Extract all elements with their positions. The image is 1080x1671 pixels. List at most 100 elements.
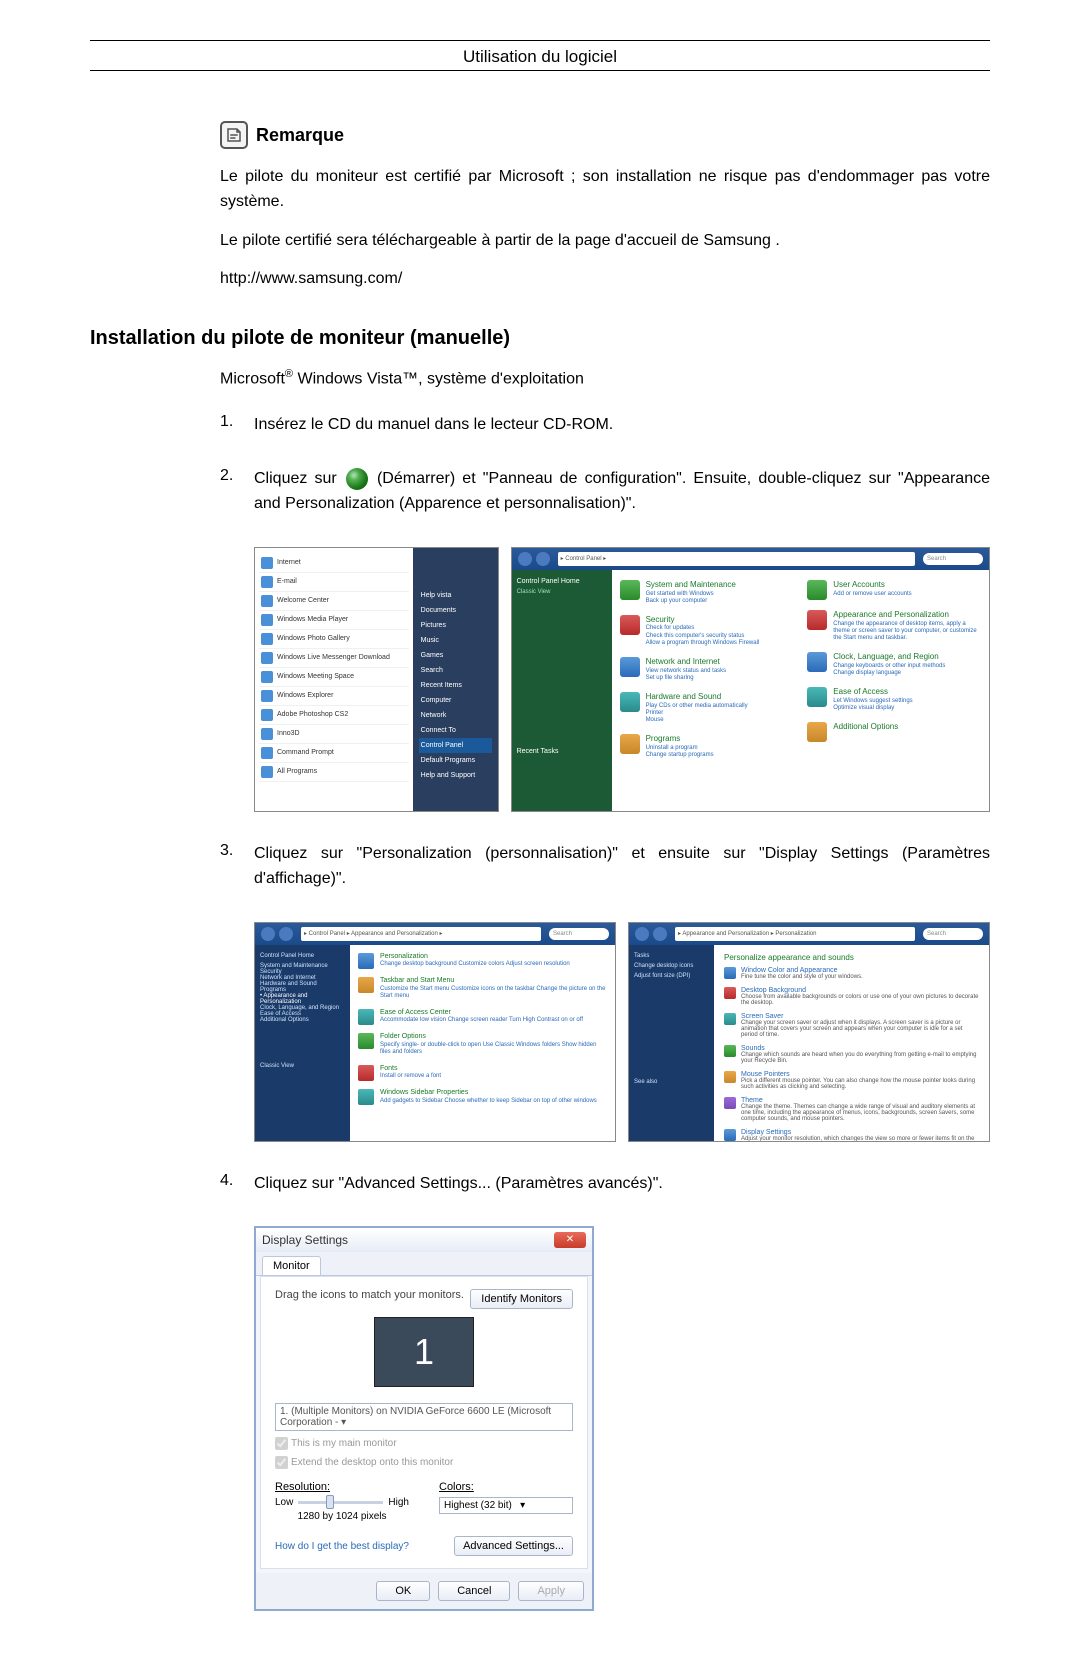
control-panel-category[interactable]: Network and InternetView network status … [620, 657, 794, 682]
close-icon[interactable]: ✕ [554, 1232, 586, 1248]
sidebar-header: Control Panel Home [517, 578, 607, 585]
display-settings-dialog: Display Settings ✕ Monitor Identify Moni… [254, 1226, 594, 1611]
start-menu-item[interactable]: Windows Media Player [259, 611, 409, 630]
forward-icon[interactable] [536, 552, 550, 566]
screenshot-personalization: ▸ Appearance and Personalization ▸ Perso… [628, 922, 990, 1142]
personalization-item[interactable]: Window Color and AppearanceFine tune the… [724, 967, 979, 980]
start-menu-right-item[interactable]: Search [419, 663, 492, 678]
ok-button[interactable]: OK [376, 1581, 430, 1601]
start-menu-right-item[interactable]: Documents [419, 603, 492, 618]
personalization-item[interactable]: Desktop BackgroundChoose from available … [724, 987, 979, 1006]
appearance-item[interactable]: PersonalizationChange desktop background… [358, 953, 607, 969]
start-menu-item[interactable]: Windows Photo Gallery [259, 630, 409, 649]
screenshot-control-panel: ▸ Control Panel ▸ Search Control Panel H… [511, 547, 990, 812]
control-panel-category[interactable]: Ease of AccessLet Windows suggest settin… [807, 687, 981, 712]
appearance-item[interactable]: Windows Sidebar PropertiesAdd gadgets to… [358, 1089, 607, 1105]
monitor-preview[interactable]: 1 [374, 1317, 474, 1387]
start-menu-item[interactable]: Windows Explorer [259, 687, 409, 706]
search-input[interactable]: Search [923, 553, 983, 565]
start-menu-right-item[interactable]: Connect To [419, 723, 492, 738]
search-input[interactable]: Search [923, 928, 983, 940]
cancel-button[interactable]: Cancel [438, 1581, 510, 1601]
page-header: Utilisation du logiciel [90, 47, 990, 67]
address-bar[interactable]: ▸ Control Panel ▸ Appearance and Persona… [301, 927, 541, 941]
personalization-side-link[interactable]: Tasks [634, 953, 709, 959]
start-menu-right-item[interactable]: Recent Items [419, 678, 492, 693]
personalization-item[interactable]: Screen SaverChange your screen saver or … [724, 1013, 979, 1038]
step-2: 2. Cliquez sur (Démarrer) et "Panneau de… [220, 467, 990, 517]
start-menu-item[interactable]: All Programs [259, 763, 409, 782]
start-menu-item[interactable]: E-mail [259, 573, 409, 592]
start-menu-item[interactable]: Windows Live Messenger Download [259, 649, 409, 668]
step-3: 3. Cliquez sur "Personalization (personn… [220, 842, 990, 892]
advanced-settings-button[interactable]: Advanced Settings... [454, 1536, 573, 1556]
screenshot-start-menu: InternetE-mailWelcome CenterWindows Medi… [254, 547, 499, 812]
tab-monitor[interactable]: Monitor [262, 1256, 321, 1275]
control-panel-category[interactable]: Appearance and PersonalizationChange the… [807, 610, 981, 642]
start-menu-right-item[interactable]: Default Programs [419, 753, 492, 768]
start-menu-item[interactable]: Adobe Photoshop CS2 [259, 706, 409, 725]
appearance-item[interactable]: Taskbar and Start MenuCustomize the Star… [358, 977, 607, 1001]
windows-start-icon [346, 468, 368, 490]
appearance-item[interactable]: Folder OptionsSpecify single- or double-… [358, 1033, 607, 1057]
personalization-item[interactable]: SoundsChange which sounds are heard when… [724, 1045, 979, 1064]
control-panel-category[interactable]: ProgramsUninstall a programChange startu… [620, 734, 794, 759]
colors-select[interactable]: Highest (32 bit) ▾ [439, 1497, 573, 1514]
control-panel-category[interactable]: SecurityCheck for updatesCheck this comp… [620, 615, 794, 647]
control-panel-category[interactable]: Clock, Language, and RegionChange keyboa… [807, 652, 981, 677]
step-1: 1. Insérez le CD du manuel dans le lecte… [220, 413, 990, 438]
see-also: See also [634, 1079, 709, 1085]
start-menu-right-item[interactable]: Games [419, 648, 492, 663]
appearance-item[interactable]: FontsInstall or remove a font [358, 1065, 607, 1081]
monitor-select[interactable]: 1. (Multiple Monitors) on NVIDIA GeForce… [275, 1403, 573, 1431]
resolution-label: Resolution: [275, 1481, 409, 1493]
address-bar[interactable]: ▸ Control Panel ▸ [558, 552, 915, 566]
main-monitor-checkbox [275, 1437, 288, 1450]
personalization-item[interactable]: Mouse PointersPick a different mouse poi… [724, 1071, 979, 1090]
personalization-side-link[interactable]: Adjust font size (DPI) [634, 973, 709, 979]
dialog-title: Display Settings [262, 1233, 348, 1247]
address-bar[interactable]: ▸ Appearance and Personalization ▸ Perso… [675, 927, 915, 941]
personalization-item[interactable]: ThemeChange the theme. Themes can change… [724, 1097, 979, 1122]
back-icon[interactable] [635, 927, 649, 941]
search-input[interactable]: Search [549, 928, 609, 940]
start-menu-item[interactable]: Welcome Center [259, 592, 409, 611]
start-menu-right-item[interactable]: Computer [419, 693, 492, 708]
control-panel-category[interactable]: User AccountsAdd or remove user accounts [807, 580, 981, 600]
resolution-value: 1280 by 1024 pixels [275, 1511, 409, 1522]
forward-icon[interactable] [653, 927, 667, 941]
start-menu-right-item[interactable]: Help vista [419, 588, 492, 603]
remark-text-1: Le pilote du moniteur est certifié par M… [220, 165, 990, 215]
note-icon [220, 121, 248, 149]
colors-label: Colors: [439, 1481, 573, 1493]
forward-icon[interactable] [279, 927, 293, 941]
remark-url: http://www.samsung.com/ [220, 267, 990, 292]
start-menu-right-item[interactable]: Network [419, 708, 492, 723]
start-menu-right-item[interactable]: Control Panel [419, 738, 492, 753]
start-menu-item[interactable]: Command Prompt [259, 744, 409, 763]
back-icon[interactable] [518, 552, 532, 566]
os-line: Microsoft® Windows Vista™, système d'exp… [220, 368, 990, 388]
remark-title: Remarque [256, 125, 344, 146]
help-link[interactable]: How do I get the best display? [275, 1541, 409, 1552]
apply-button[interactable]: Apply [518, 1581, 584, 1601]
control-panel-category[interactable]: Hardware and SoundPlay CDs or other medi… [620, 692, 794, 724]
appearance-item[interactable]: Ease of Access CenterAccommodate low vis… [358, 1009, 607, 1025]
start-menu-item[interactable]: Internet [259, 554, 409, 573]
personalization-item[interactable]: Display SettingsAdjust your monitor reso… [724, 1129, 979, 1142]
control-panel-category[interactable]: Additional Options [807, 722, 981, 742]
back-icon[interactable] [261, 927, 275, 941]
start-menu-item[interactable]: Inno3D [259, 725, 409, 744]
start-menu-right-item[interactable]: Pictures [419, 618, 492, 633]
resolution-slider[interactable] [298, 1501, 383, 1504]
screenshot-appearance: ▸ Control Panel ▸ Appearance and Persona… [254, 922, 616, 1142]
personalization-side-link[interactable]: Change desktop icons [634, 963, 709, 969]
sidebar-classic-view[interactable]: Classic View [517, 589, 607, 595]
start-menu-right-item[interactable]: Help and Support [419, 768, 492, 783]
start-menu-item[interactable]: Windows Meeting Space [259, 668, 409, 687]
identify-monitors-button[interactable]: Identify Monitors [470, 1289, 573, 1309]
personalization-heading: Personalize appearance and sounds [724, 953, 979, 962]
control-panel-category[interactable]: System and MaintenanceGet started with W… [620, 580, 794, 605]
start-menu-right-item[interactable]: Music [419, 633, 492, 648]
remark-block: Remarque Le pilote du moniteur est certi… [220, 121, 990, 292]
